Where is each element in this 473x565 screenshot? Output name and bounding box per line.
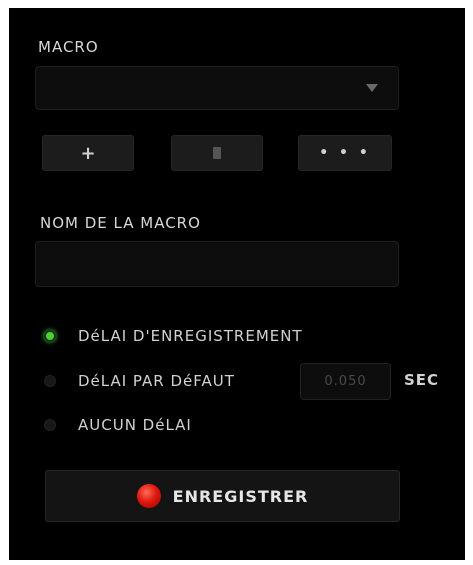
- trash-icon: [213, 147, 221, 159]
- more-dots-icon: • • •: [319, 145, 371, 161]
- macro-panel: MACRO + • • • NOM DE LA MACRO DéLAI D'EN…: [9, 8, 465, 560]
- radio-unselected-icon: [44, 419, 56, 431]
- radio-selected-icon: [44, 330, 56, 342]
- more-options-button[interactable]: • • •: [298, 135, 392, 171]
- default-delay-input[interactable]: 0.050: [300, 363, 391, 400]
- radio-default-delay-label: DéLAI PAR DéFAUT: [78, 372, 235, 390]
- radio-record-delay-label: DéLAI D'ENREGISTREMENT: [78, 327, 303, 345]
- delay-unit-label: SEC: [404, 371, 440, 389]
- record-button[interactable]: ENREGISTRER: [45, 470, 400, 522]
- radio-no-delay[interactable]: AUCUN DéLAI: [44, 416, 192, 434]
- add-macro-button[interactable]: +: [42, 135, 134, 171]
- macro-name-label: NOM DE LA MACRO: [40, 214, 201, 232]
- chevron-down-icon: [366, 84, 378, 92]
- macro-label: MACRO: [38, 38, 99, 56]
- radio-default-delay[interactable]: DéLAI PAR DéFAUT: [44, 372, 235, 390]
- plus-icon: +: [80, 142, 96, 164]
- radio-record-delay[interactable]: DéLAI D'ENREGISTREMENT: [44, 327, 303, 345]
- record-dot-icon: [136, 484, 161, 508]
- macro-select-dropdown[interactable]: [35, 66, 399, 110]
- radio-no-delay-label: AUCUN DéLAI: [78, 416, 192, 434]
- delete-macro-button[interactable]: [171, 135, 263, 171]
- macro-name-input[interactable]: [35, 241, 399, 287]
- radio-unselected-icon: [44, 375, 56, 387]
- record-button-label: ENREGISTRER: [172, 486, 309, 506]
